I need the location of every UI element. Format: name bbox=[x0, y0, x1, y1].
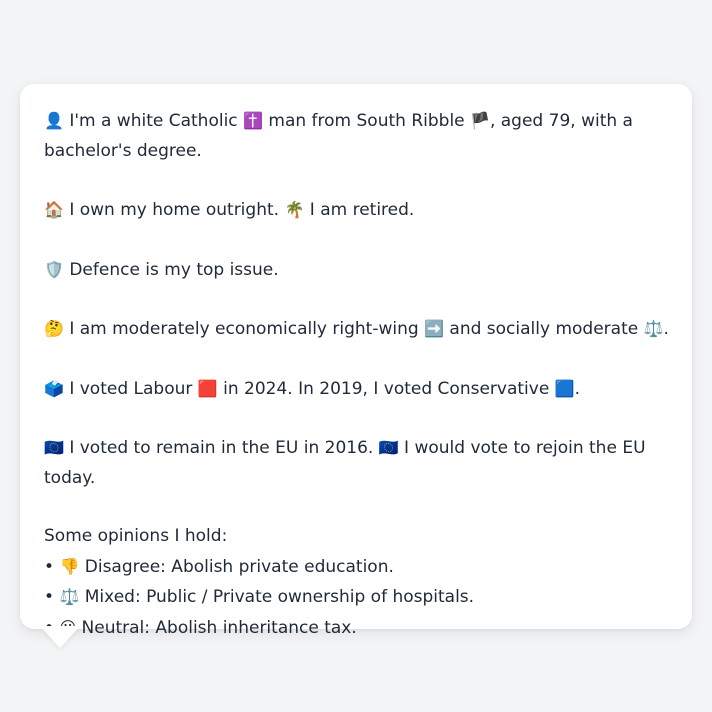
retired-text: I am retired. bbox=[309, 200, 415, 220]
eu-flag-icon: 🇪🇺 bbox=[44, 438, 64, 457]
opinion-item: • 👎 Disagree: Abolish private education. bbox=[44, 552, 672, 583]
shield-icon: 🛡️ bbox=[44, 259, 64, 279]
issue-paragraph: 🛡️ Defence is my top issue. bbox=[44, 255, 672, 286]
palm-tree-icon: 🌴 bbox=[284, 200, 305, 219]
issue-text: Defence is my top issue. bbox=[69, 259, 279, 280]
opinion-item: • 😐 Neutral: Abolish inheritance tax. bbox=[44, 613, 672, 644]
eu-text-a: I voted to remain in the EU in 2016. bbox=[69, 438, 374, 458]
opinion-text: Disagree: Abolish private education. bbox=[84, 556, 394, 577]
votes-text-a: I voted Labour bbox=[69, 378, 193, 399]
ideology-text-b: and socially moderate bbox=[449, 319, 639, 339]
person-icon: 👤 bbox=[44, 111, 64, 130]
right-arrow-icon: ➡️ bbox=[424, 319, 444, 338]
ideology-paragraph: 🤔 I am moderately economically right-win… bbox=[44, 314, 672, 345]
opinion-text: Neutral: Abolish inheritance tax. bbox=[81, 617, 357, 638]
eu-flag-icon: 🇪🇺 bbox=[378, 438, 399, 457]
thumbs-down-icon: 👎 bbox=[59, 556, 80, 576]
persona-message-bubble: 👤 I'm a white Catholic ✝️ man from South… bbox=[20, 84, 692, 638]
opinion-text: Mixed: Public / Private ownership of hos… bbox=[84, 587, 475, 607]
opinions-section: Some opinions I hold: • 👎 Disagree: Abol… bbox=[44, 522, 672, 643]
balance-scale-icon: ⚖️ bbox=[59, 587, 80, 606]
balance-scale-icon: ⚖️ bbox=[643, 319, 664, 338]
intro-paragraph: 👤 I'm a white Catholic ✝️ man from South… bbox=[44, 106, 672, 166]
intro-text-a: I'm a white Catholic bbox=[69, 111, 238, 131]
intro-text-b: man from South Ribble bbox=[268, 111, 465, 131]
house-icon: 🏠 bbox=[44, 200, 64, 219]
thinking-face-icon: 🤔 bbox=[44, 319, 64, 338]
opinions-heading: Some opinions I hold: bbox=[44, 526, 228, 546]
housing-paragraph: 🏠 I own my home outright. 🌴 I am retired… bbox=[44, 195, 672, 226]
bullet: • bbox=[44, 556, 55, 577]
red-square-icon: 🟥 bbox=[197, 378, 218, 398]
ballot-box-icon: 🗳️ bbox=[44, 378, 64, 398]
bubble-tail bbox=[40, 626, 80, 648]
votes-text-b: in 2024. In 2019, I voted Conservative bbox=[223, 378, 550, 399]
housing-text: I own my home outright. bbox=[69, 200, 280, 220]
latin-cross-icon: ✝️ bbox=[243, 111, 263, 130]
eu-paragraph: 🇪🇺 I voted to remain in the EU in 2016. … bbox=[44, 433, 672, 493]
ideology-text-a: I am moderately economically right-wing bbox=[69, 319, 419, 339]
opinion-item: • ⚖️ Mixed: Public / Private ownership o… bbox=[44, 582, 672, 613]
votes-paragraph: 🗳️ I voted Labour 🟥 in 2024. In 2019, I … bbox=[44, 374, 672, 405]
ideology-text-c: . bbox=[663, 319, 669, 339]
bullet: • bbox=[44, 587, 55, 607]
blue-square-icon: 🟦 bbox=[554, 378, 575, 398]
votes-text-c: . bbox=[574, 378, 581, 399]
england-flag-icon: 🏴 bbox=[470, 111, 490, 130]
